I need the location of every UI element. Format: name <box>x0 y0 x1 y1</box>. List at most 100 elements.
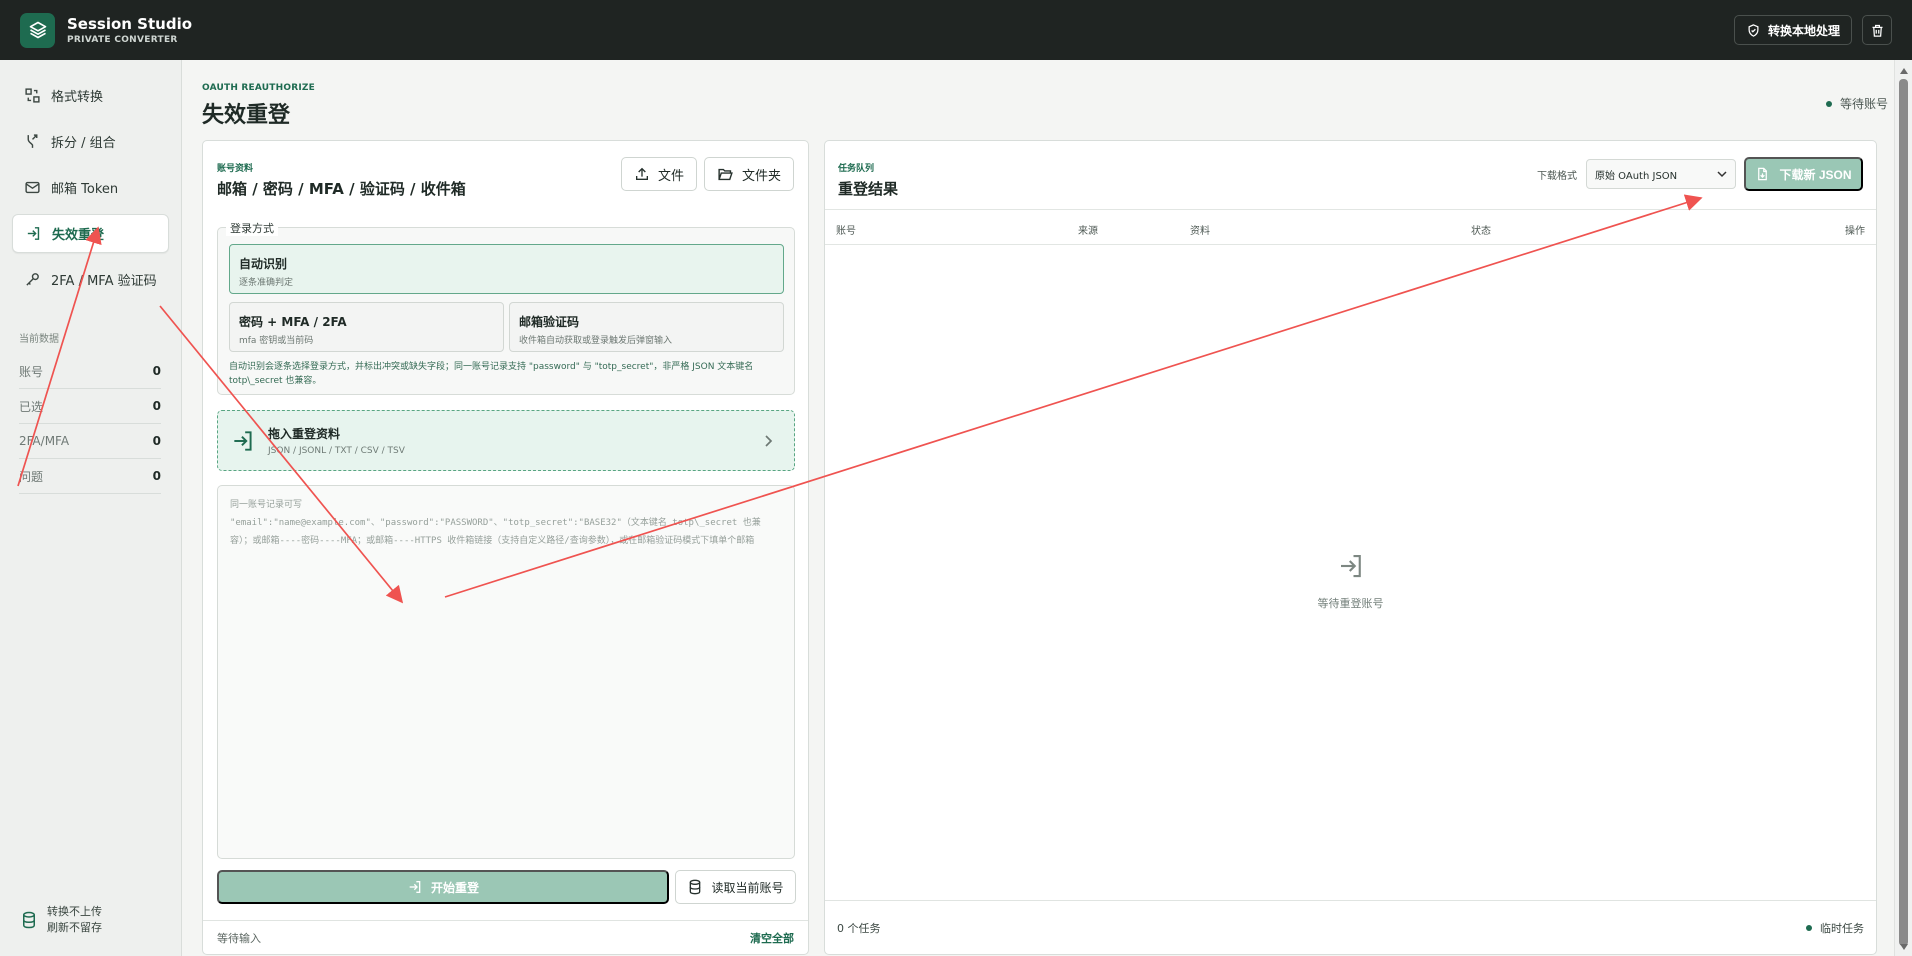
account-panel-title: 邮箱 / 密码 / MFA / 验证码 / 收件箱 <box>217 180 466 198</box>
stat-label: 账号 <box>19 364 44 379</box>
login-mode-auto-detect[interactable]: 自动识别 逐条准确判定 <box>229 244 784 294</box>
reauth-results-panel: 任务队列 重登结果 下载格式 原始 OAuth JSON 下载新 JSON 账号… <box>824 140 1877 955</box>
start-reauthorize-label: 开始重登 <box>430 880 479 895</box>
login-mode-description: 逐条准确判定 <box>239 278 294 288</box>
stat-row-selected: 已选 0 <box>19 389 161 424</box>
sidebar-nav: 格式转换 拆分 / 组合 邮箱 Token 失效重登 2FA / MFA 验证码 <box>12 76 169 306</box>
file-download-icon <box>1758 167 1768 181</box>
page-status: 等待账号 <box>1825 95 1888 112</box>
column-header-account: 账号 <box>836 226 856 237</box>
login-mode-title: 密码 + MFA / 2FA <box>239 315 347 329</box>
shield-check-icon <box>1748 23 1759 37</box>
download-format-select[interactable]: 原始 OAuth JSON <box>1586 159 1736 189</box>
current-data-stats: 当前数据 账号 0 已选 0 2FA/MFA 0 问题 0 <box>19 330 161 494</box>
download-new-json-button[interactable]: 下载新 JSON <box>1744 157 1863 191</box>
stats-title: 当前数据 <box>19 334 59 345</box>
login-mode-description: 收件箱自动获取或登录触发后弹窗输入 <box>519 336 673 346</box>
sidebar-footer-line-1: 转换不上传 <box>47 905 102 918</box>
clear-all-button[interactable]: 清空全部 <box>750 930 794 946</box>
import-file-label: 文件 <box>657 167 684 183</box>
login-mode-group: 登录方式 自动识别 逐条准确判定 密码 + MFA / 2FA mfa 密钥或当… <box>217 220 795 395</box>
stat-value: 0 <box>152 399 161 413</box>
account-input-panel: 账号资料 邮箱 / 密码 / MFA / 验证码 / 收件箱 文件 文件夹 登录… <box>202 140 809 955</box>
status-dot <box>1825 100 1832 107</box>
login-icon <box>234 430 252 451</box>
sidebar-item-label: 拆分 / 组合 <box>51 136 116 151</box>
account-text-input-wrapper <box>217 485 795 859</box>
import-buttons: 文件 文件夹 <box>620 157 794 191</box>
account-panel-footer: 等待输入 清空全部 <box>203 920 808 954</box>
page-scrollbar[interactable] <box>1894 60 1912 956</box>
read-current-account-label: 读取当前账号 <box>711 880 784 895</box>
sidebar-footer: 转换不上传 刷新不留存 <box>20 904 102 936</box>
login-icon <box>1340 554 1361 578</box>
delete-button[interactable] <box>1862 15 1892 45</box>
input-status: 等待输入 <box>217 931 261 945</box>
sidebar-item-label: 失效重登 <box>52 228 105 243</box>
local-processing-button[interactable]: 转换本地处理 <box>1733 15 1852 45</box>
database-icon <box>23 911 35 929</box>
read-current-account-button[interactable]: 读取当前账号 <box>675 870 796 904</box>
sidebar-item-mail-token[interactable]: 邮箱 Token <box>12 168 169 207</box>
page-eyebrow: OAUTH REAUTHORIZE <box>202 83 315 93</box>
stat-row-accounts: 账号 0 <box>19 354 161 389</box>
start-reauthorize-button[interactable]: 开始重登 <box>217 870 669 904</box>
sidebar-item-2fa-mfa[interactable]: 2FA / MFA 验证码 <box>12 260 169 299</box>
scroll-up-arrow-icon[interactable] <box>1900 68 1908 74</box>
key-icon <box>26 273 39 286</box>
sidebar-item-label: 邮箱 Token <box>51 182 119 197</box>
page-status-label: 等待账号 <box>1839 97 1888 111</box>
stat-row-2fa-mfa: 2FA/MFA 0 <box>19 424 161 459</box>
brand: Session Studio PRIVATE CONVERTER <box>67 15 192 45</box>
sidebar-footer-line-2: 刷新不留存 <box>47 921 102 934</box>
dropzone-text: 拖入重登资料 JSON / JSONL / TXT / CSV / TSV <box>268 425 405 456</box>
login-mode-description: mfa 密钥或当前码 <box>239 336 314 346</box>
login-mode-email-code[interactable]: 邮箱验证码 收件箱自动获取或登录触发后弹窗输入 <box>509 302 784 352</box>
stat-label: 已选 <box>19 399 44 414</box>
login-icon <box>409 881 421 893</box>
download-controls: 下载格式 原始 OAuth JSON 下载新 JSON <box>1537 157 1863 191</box>
sidebar-item-label: 格式转换 <box>51 90 104 105</box>
sidebar-item-format-convert[interactable]: 格式转换 <box>12 76 169 115</box>
app-title: Session Studio <box>67 15 193 33</box>
results-panel-footer: 0 个任务 临时任务 <box>825 900 1876 954</box>
stat-value: 0 <box>152 469 161 483</box>
login-mode-password-mfa[interactable]: 密码 + MFA / 2FA mfa 密钥或当前码 <box>229 302 504 352</box>
page-title: 失效重登 <box>202 103 291 128</box>
branch-icon <box>27 134 38 148</box>
import-file-button[interactable]: 文件 <box>620 157 697 191</box>
sidebar-item-label: 2FA / MFA 验证码 <box>51 274 157 289</box>
empty-state-text: 等待重登账号 <box>1317 597 1384 610</box>
account-panel-eyebrow: 账号资料 <box>217 164 254 174</box>
column-header-actions: 操作 <box>1845 226 1865 237</box>
stat-row-problems: 问题 0 <box>19 459 161 494</box>
account-text-input[interactable] <box>218 486 794 858</box>
results-panel-title: 重登结果 <box>838 180 899 198</box>
stat-value: 0 <box>152 434 161 448</box>
download-format-value: 原始 OAuth JSON <box>1595 170 1678 182</box>
results-table-header: 账号 来源 资料 状态 操作 <box>825 209 1876 245</box>
task-status: 临时任务 <box>1806 920 1864 936</box>
download-format-label: 下载格式 <box>1537 170 1577 182</box>
scroll-down-arrow-icon[interactable] <box>1900 944 1908 950</box>
stat-value: 0 <box>152 364 161 378</box>
results-panel-eyebrow: 任务队列 <box>838 164 875 174</box>
login-mode-note: 自动识别会逐条选择登录方式，并标出冲突或缺失字段；同一账号记录支持 "passw… <box>229 362 754 386</box>
sidebar-item-reauthorize[interactable]: 失效重登 <box>12 214 169 253</box>
reauth-dropzone[interactable]: 拖入重登资料 JSON / JSONL / TXT / CSV / TSV <box>217 410 795 471</box>
task-count: 0 个任务 <box>837 921 881 935</box>
status-dot <box>1806 924 1812 931</box>
login-icon <box>27 227 40 240</box>
folder-open-icon <box>718 168 733 180</box>
scrollbar-thumb[interactable] <box>1899 79 1908 946</box>
empty-state: 等待重登账号 <box>825 551 1876 611</box>
top-actions: 转换本地处理 <box>1733 15 1892 45</box>
login-mode-legend: 登录方式 <box>226 220 278 236</box>
results-panel-header: 任务队列 重登结果 <box>838 161 898 199</box>
sidebar-item-split-merge[interactable]: 拆分 / 组合 <box>12 122 169 161</box>
login-mode-title: 自动识别 <box>239 257 288 271</box>
mail-icon <box>25 181 40 194</box>
sidebar: 格式转换 拆分 / 组合 邮箱 Token 失效重登 2FA / MFA 验证码 <box>0 60 182 956</box>
stat-label: 问题 <box>19 469 44 484</box>
import-folder-button[interactable]: 文件夹 <box>703 157 794 191</box>
